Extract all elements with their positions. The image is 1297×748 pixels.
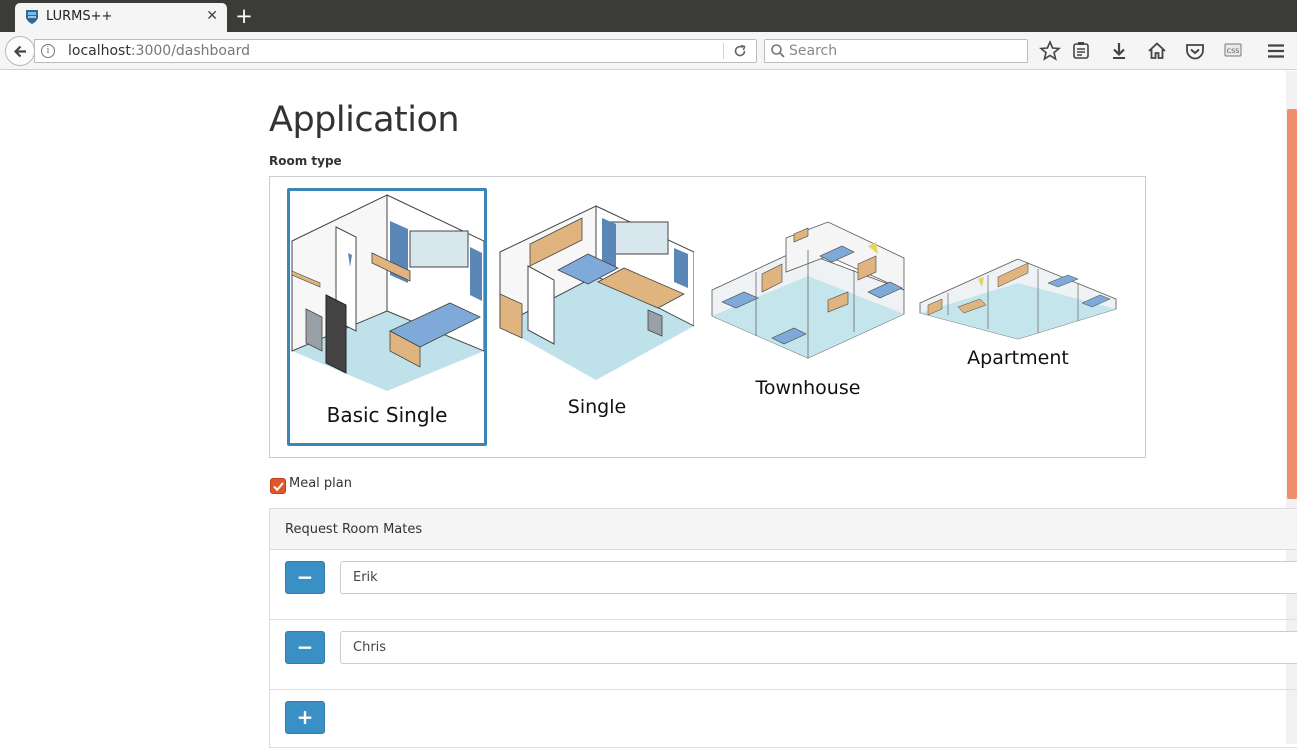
roommates-panel-title: Request Room Mates: [285, 522, 423, 537]
checkmark-icon: [273, 482, 284, 492]
url-path: :3000/dashboard: [130, 43, 250, 59]
room-option-basic-single[interactable]: Basic Single: [287, 188, 487, 446]
download-icon[interactable]: [1108, 40, 1130, 62]
meal-plan-label[interactable]: Meal plan: [289, 476, 352, 491]
basic-single-room-illustration: [291, 194, 484, 391]
single-room-illustration: [499, 205, 694, 380]
roommates-panel-header: Request Room Mates: [270, 509, 1297, 550]
search-placeholder: Search: [789, 43, 838, 59]
roommate-row: −: [270, 620, 1297, 690]
room-option-single[interactable]: Single: [498, 204, 696, 424]
room-caption-townhouse: Townhouse: [755, 377, 861, 399]
home-icon[interactable]: [1146, 40, 1168, 62]
roommate-row: −: [270, 550, 1297, 620]
shield-favicon-icon: [26, 10, 38, 24]
reading-list-icon[interactable]: [1070, 40, 1092, 62]
page-content: Application Room type Basic Single Singl…: [0, 71, 1297, 748]
room-caption-single: Single: [567, 396, 627, 418]
svg-text:CSS: CSS: [1227, 47, 1240, 55]
scrollbar-thumb[interactable]: [1287, 109, 1297, 499]
address-bar[interactable]: i localhost:3000/dashboard: [34, 39, 757, 63]
meal-plan-checkbox[interactable]: [270, 478, 286, 494]
close-tab-icon[interactable]: ✕: [206, 8, 218, 24]
browser-tab[interactable]: LURMS++ ✕: [15, 3, 227, 32]
roommate-name-input[interactable]: [340, 631, 1297, 664]
url-text[interactable]: localhost:3000/dashboard: [68, 43, 250, 59]
search-icon: [771, 44, 785, 58]
remove-roommate-button[interactable]: −: [285, 631, 325, 664]
apartment-illustration: [919, 258, 1117, 340]
new-tab-button[interactable]: +: [233, 3, 255, 29]
navigation-toolbar: i localhost:3000/dashboard Search CSS: [0, 32, 1297, 70]
remove-roommate-button[interactable]: −: [285, 561, 325, 594]
roommate-name-input[interactable]: [340, 561, 1297, 594]
css-viewer-icon[interactable]: CSS: [1222, 40, 1244, 62]
back-arrow-icon: [13, 45, 26, 58]
url-host: localhost: [68, 43, 131, 59]
room-type-label: Room type: [269, 154, 342, 168]
room-caption-apartment: Apartment: [967, 347, 1069, 369]
tab-title: LURMS++: [46, 9, 113, 24]
tab-bar: LURMS++ ✕ +: [0, 0, 1297, 32]
add-roommate-button[interactable]: +: [285, 701, 325, 734]
info-icon[interactable]: i: [41, 44, 55, 58]
bookmark-star-icon[interactable]: [1039, 40, 1061, 62]
roommates-panel: Request Room Mates − − +: [269, 508, 1297, 748]
townhouse-illustration: [711, 221, 905, 359]
back-button[interactable]: [5, 36, 35, 66]
room-caption-basic-single: Basic Single: [326, 403, 448, 427]
page-title: Application: [269, 100, 460, 140]
room-option-townhouse[interactable]: Townhouse: [708, 220, 908, 410]
menu-hamburger-icon[interactable]: [1265, 40, 1287, 62]
room-type-selector: Basic Single Single Townhouse Apartment: [269, 176, 1146, 458]
url-divider: [723, 43, 724, 59]
pocket-icon[interactable]: [1184, 40, 1206, 62]
reload-icon[interactable]: [732, 43, 748, 59]
room-option-apartment[interactable]: Apartment: [918, 253, 1118, 378]
search-bar[interactable]: Search: [764, 39, 1028, 63]
